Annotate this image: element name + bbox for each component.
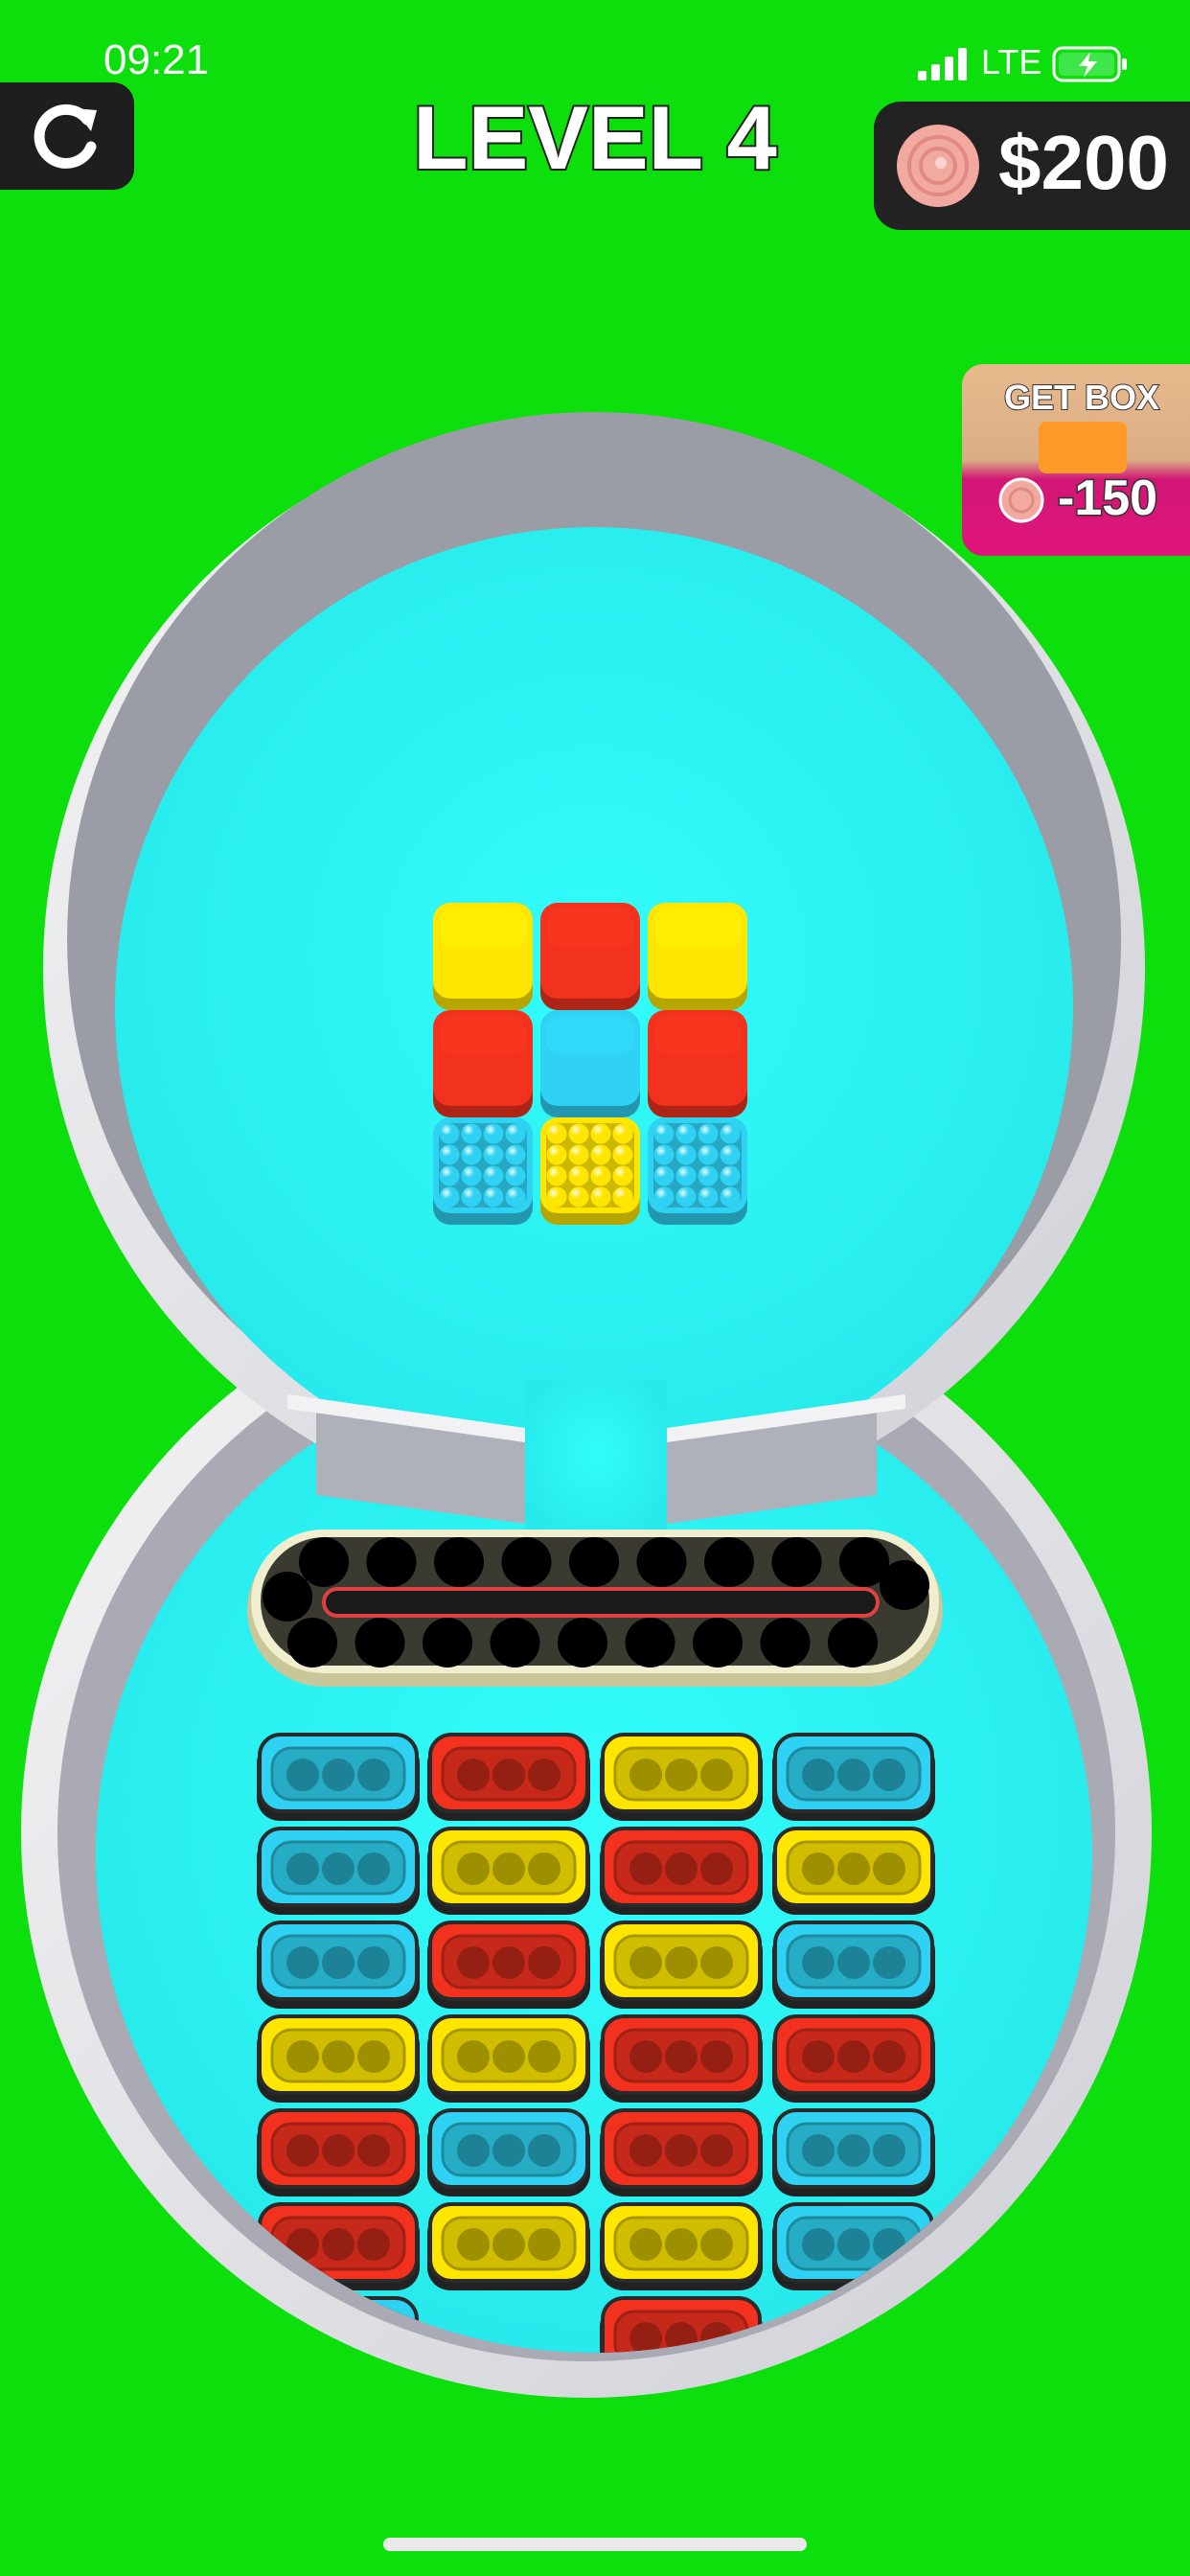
capsule-blue[interactable] [772,1920,935,2009]
conveyor-slot [299,1537,349,1587]
conveyor-slot [355,1618,405,1668]
capsule-blue[interactable] [427,2108,590,2196]
capsule-yellow[interactable] [427,2202,590,2290]
puzzle-tile-yellow-solid[interactable] [648,903,747,1010]
capsule-blue[interactable] [772,2108,935,2196]
capsule-blue[interactable] [257,1920,420,2009]
connector-channel [525,1380,667,1543]
puzzle-grid [433,903,747,1225]
puzzle-tile-red-solid[interactable] [648,1010,747,1117]
capsule-red[interactable] [600,1827,763,1915]
conveyor-slot [558,1618,607,1668]
conveyor-slot [828,1618,878,1668]
conveyor-slot [625,1618,675,1668]
capsule-red[interactable] [427,1733,590,1821]
conveyor-slot [490,1618,540,1668]
capsule-red[interactable] [257,2108,420,2196]
puzzle-tile-yellow-balls[interactable] [540,1117,640,1225]
conveyor-slot [693,1618,743,1668]
conveyor-slot [569,1537,619,1587]
conveyor-slot [880,1560,929,1610]
capsule-red[interactable] [772,2014,935,2103]
capsule-blue[interactable] [257,1827,420,1915]
conveyor-slot [423,1618,472,1668]
puzzle-tile-red-solid[interactable] [433,1010,533,1117]
conveyor-slot [771,1537,822,1587]
conveyor-slot [434,1537,484,1587]
capsule-red[interactable] [600,2108,763,2196]
conveyor-slot [636,1537,687,1587]
puzzle-tile-blue-balls[interactable] [433,1117,533,1225]
conveyor-slot [366,1537,417,1587]
capsule-red[interactable] [600,2014,763,2103]
conveyor-slot [263,1572,312,1622]
conveyor-slot [704,1537,754,1587]
conveyor-slot [760,1618,811,1668]
capsule-yellow[interactable] [427,2014,590,2103]
capsule-red[interactable] [427,1920,590,2009]
capsule-yellow[interactable] [427,1827,590,1915]
puzzle-tile-blue-solid[interactable] [540,1010,640,1117]
capsule-blue[interactable] [257,1733,420,1821]
puzzle-tile-blue-balls[interactable] [648,1117,747,1225]
capsule-yellow[interactable] [600,2202,763,2290]
conveyor-slot [501,1537,552,1587]
puzzle-tile-red-solid[interactable] [540,903,640,1010]
conveyor-slot [287,1618,337,1668]
conveyor-belt [247,1530,943,1687]
capsule-yellow[interactable] [600,1920,763,2009]
home-indicator [383,2538,807,2551]
capsule-yellow[interactable] [600,1733,763,1821]
capsule-blue[interactable] [772,1733,935,1821]
capsule-yellow[interactable] [772,1827,935,1915]
puzzle-tile-yellow-solid[interactable] [433,903,533,1010]
game-arena [21,412,1152,2398]
capsule-yellow[interactable] [257,2014,420,2103]
